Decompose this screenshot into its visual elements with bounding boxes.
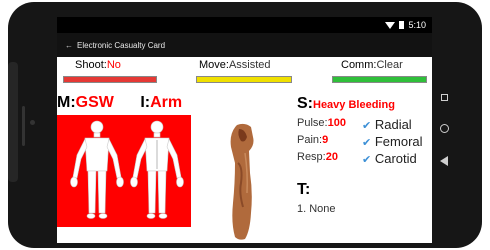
battery-icon — [399, 21, 405, 29]
comm-field[interactable]: Comm:Clear — [341, 59, 403, 71]
pain-label: Pain: — [297, 134, 323, 146]
treatment-label: T: — [297, 181, 311, 198]
radial-label: Radial — [374, 117, 412, 132]
phone-speaker — [22, 106, 25, 146]
phone-camera — [30, 120, 35, 125]
comm-label: Comm: — [341, 59, 377, 71]
front-body-figure — [70, 120, 124, 219]
phone-side-edge — [8, 62, 18, 182]
vital-resp[interactable]: Resp:20 — [297, 151, 338, 163]
app-title: Electronic Casualty Card — [77, 40, 166, 50]
phone-frame: 5:10 ← Electronic Casualty Card Shoot:No… — [8, 2, 482, 248]
move-field[interactable]: Move:Assisted — [199, 59, 271, 71]
comm-value: Clear — [376, 59, 403, 71]
mechanism-label: M: — [57, 94, 76, 111]
injury-label: I: — [140, 94, 151, 111]
vital-pain[interactable]: Pain:9 — [297, 134, 328, 146]
check-icon: ✔ — [362, 137, 372, 149]
android-nav-buttons — [438, 94, 452, 166]
app-bar: ← Electronic Casualty Card — [57, 33, 432, 57]
shoot-field[interactable]: Shoot:No — [75, 59, 121, 71]
arm-wound-icon — [230, 123, 254, 240]
vital-pulse[interactable]: Pulse:100 — [297, 117, 346, 129]
move-label: Move: — [199, 59, 229, 71]
recent-apps-icon[interactable] — [441, 94, 448, 101]
resp-label: Resp: — [297, 151, 326, 163]
back-arrow-icon[interactable]: ← — [65, 41, 73, 50]
status-bar: 5:10 — [57, 17, 432, 33]
screen: 5:10 ← Electronic Casualty Card Shoot:No… — [57, 17, 432, 243]
check-icon: ✔ — [362, 154, 372, 166]
check-radial[interactable]: ✔ Radial — [362, 117, 412, 132]
status-fields: Shoot:No Move:Assisted Comm:Clear — [57, 59, 432, 87]
check-carotid[interactable]: ✔ Carotid — [362, 151, 417, 166]
status-time: 5:10 — [408, 20, 426, 30]
pulse-label: Pulse: — [297, 117, 328, 129]
mechanism-injury-line: M:GSW I:Arm — [57, 94, 182, 112]
carotid-label: Carotid — [374, 151, 417, 166]
wifi-icon — [385, 21, 396, 29]
shoot-status-bar — [63, 76, 157, 83]
symptoms-line: S:Heavy Bleeding — [297, 95, 395, 113]
shoot-value: No — [106, 59, 121, 71]
mechanism-value[interactable]: GSW — [76, 94, 114, 111]
pulse-value: 100 — [327, 117, 346, 129]
symptoms-label: S: — [297, 95, 313, 112]
symptoms-value[interactable]: Heavy Bleeding — [313, 99, 395, 111]
injury-value[interactable]: Arm — [150, 94, 182, 111]
shoot-label: Shoot: — [75, 59, 107, 71]
back-body-figure — [130, 120, 184, 219]
check-icon: ✔ — [362, 120, 372, 132]
check-femoral[interactable]: ✔ Femoral — [362, 134, 423, 149]
injured-arm-image — [223, 123, 263, 243]
treatment-item[interactable]: 1. None — [297, 203, 336, 215]
resp-value: 20 — [325, 151, 338, 163]
femoral-label: Femoral — [374, 134, 423, 149]
body-diagram-panel[interactable] — [57, 115, 191, 227]
back-icon[interactable] — [440, 156, 448, 166]
pain-value: 9 — [322, 134, 329, 146]
move-status-bar — [196, 76, 292, 83]
comm-status-bar — [332, 76, 427, 83]
body-diagram — [70, 120, 184, 219]
move-value: Assisted — [228, 59, 271, 71]
home-icon[interactable] — [440, 124, 449, 133]
